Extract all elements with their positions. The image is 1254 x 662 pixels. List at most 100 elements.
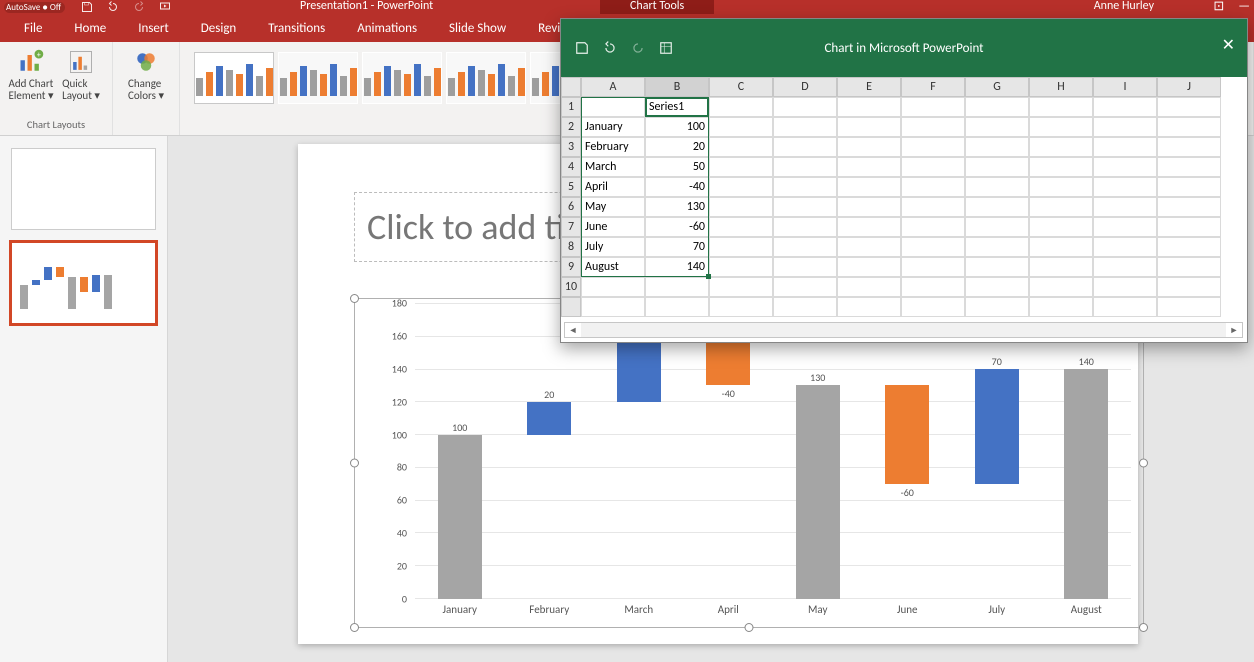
cell[interactable] — [837, 297, 901, 317]
cell[interactable]: August — [581, 257, 645, 277]
cell[interactable] — [1157, 177, 1221, 197]
cell[interactable] — [709, 157, 773, 177]
chart-style-thumb[interactable] — [278, 52, 358, 104]
cell[interactable] — [901, 177, 965, 197]
cell[interactable] — [709, 197, 773, 217]
cell[interactable] — [773, 177, 837, 197]
cell[interactable]: June — [581, 217, 645, 237]
cell[interactable] — [965, 277, 1029, 297]
cell[interactable] — [1093, 157, 1157, 177]
cell[interactable] — [1093, 177, 1157, 197]
cell[interactable]: Series1 — [645, 97, 709, 117]
ribbon-options-icon[interactable]: ⊡ — [1213, 0, 1224, 14]
tab-animations[interactable]: Animations — [341, 16, 433, 42]
cell[interactable]: 20 — [645, 137, 709, 157]
cell[interactable]: March — [581, 157, 645, 177]
cell[interactable] — [837, 277, 901, 297]
cell[interactable] — [773, 217, 837, 237]
cell[interactable]: July — [581, 237, 645, 257]
horizontal-scrollbar[interactable]: ◄ ► — [564, 322, 1243, 338]
chart-style-thumb[interactable] — [362, 52, 442, 104]
cell[interactable] — [837, 197, 901, 217]
cell[interactable] — [709, 257, 773, 277]
cell[interactable] — [709, 217, 773, 237]
cell[interactable] — [709, 117, 773, 137]
cell[interactable] — [965, 297, 1029, 317]
column-header[interactable]: J — [1157, 77, 1221, 97]
cell[interactable] — [1157, 197, 1221, 217]
cell[interactable] — [1157, 117, 1221, 137]
autosave-toggle[interactable]: AutoSave ● Off — [4, 2, 65, 13]
cell[interactable] — [1029, 197, 1093, 217]
cell[interactable] — [837, 257, 901, 277]
cell[interactable] — [1029, 217, 1093, 237]
cell[interactable] — [1093, 297, 1157, 317]
row-header[interactable]: 6 — [561, 197, 581, 217]
cell[interactable] — [1029, 297, 1093, 317]
tab-design[interactable]: Design — [185, 16, 252, 42]
row-header[interactable]: 8 — [561, 237, 581, 257]
cell[interactable] — [1157, 137, 1221, 157]
chart-tools-contextual-tab[interactable]: Chart Tools — [600, 0, 714, 14]
cell[interactable] — [837, 97, 901, 117]
cell[interactable] — [837, 217, 901, 237]
chart-plot-area[interactable]: 020406080100120140160180 1002050-40130-6… — [379, 303, 1135, 599]
cell[interactable]: 140 — [645, 257, 709, 277]
chart-object[interactable]: 020406080100120140160180 1002050-40130-6… — [354, 298, 1144, 628]
cell[interactable] — [1157, 277, 1221, 297]
row-header[interactable]: 9 — [561, 257, 581, 277]
cell[interactable] — [773, 117, 837, 137]
cell[interactable] — [1029, 257, 1093, 277]
cell[interactable] — [581, 277, 645, 297]
quick-layout-button[interactable]: Quick Layout ▾ — [58, 46, 104, 101]
cell[interactable] — [1157, 297, 1221, 317]
redo-icon[interactable] — [133, 1, 145, 13]
cell[interactable] — [709, 297, 773, 317]
cell[interactable] — [901, 217, 965, 237]
cell[interactable] — [837, 137, 901, 157]
row-header[interactable]: 3 — [561, 137, 581, 157]
cell[interactable] — [709, 237, 773, 257]
edit-data-icon[interactable] — [659, 41, 673, 55]
cell[interactable] — [1093, 277, 1157, 297]
cell[interactable] — [709, 137, 773, 157]
minimize-icon[interactable]: — — [1238, 0, 1250, 14]
cell[interactable] — [1157, 257, 1221, 277]
cell[interactable] — [1093, 97, 1157, 117]
save-icon[interactable] — [81, 1, 93, 13]
cell[interactable] — [1093, 237, 1157, 257]
chart-style-thumb[interactable] — [194, 52, 274, 104]
cell[interactable] — [1093, 117, 1157, 137]
row-header[interactable]: 5 — [561, 177, 581, 197]
slideshow-icon[interactable] — [159, 1, 171, 13]
row-header[interactable]: 2 — [561, 117, 581, 137]
save-icon[interactable] — [575, 41, 589, 55]
cell[interactable] — [1157, 237, 1221, 257]
cell[interactable] — [645, 297, 709, 317]
cell[interactable] — [1093, 217, 1157, 237]
cell[interactable] — [773, 157, 837, 177]
cell[interactable] — [773, 237, 837, 257]
cell[interactable] — [1157, 157, 1221, 177]
slide-thumbnail-pane[interactable] — [0, 136, 168, 662]
cell[interactable] — [901, 117, 965, 137]
cell[interactable] — [1029, 137, 1093, 157]
scroll-right-icon[interactable]: ► — [1226, 323, 1242, 337]
column-header[interactable]: H — [1029, 77, 1093, 97]
cell[interactable] — [901, 197, 965, 217]
cell[interactable]: February — [581, 137, 645, 157]
cell[interactable] — [709, 97, 773, 117]
redo-icon[interactable] — [631, 41, 645, 55]
cell[interactable] — [773, 197, 837, 217]
scroll-left-icon[interactable]: ◄ — [565, 323, 581, 337]
cell[interactable] — [965, 197, 1029, 217]
cell[interactable] — [773, 137, 837, 157]
row-header[interactable]: 10 — [561, 277, 581, 297]
select-all-corner[interactable] — [561, 77, 581, 97]
cell[interactable] — [709, 277, 773, 297]
cell[interactable] — [1029, 277, 1093, 297]
cell[interactable]: January — [581, 117, 645, 137]
cell[interactable] — [1093, 137, 1157, 157]
chart-style-thumb[interactable] — [446, 52, 526, 104]
undo-icon[interactable] — [107, 1, 119, 13]
